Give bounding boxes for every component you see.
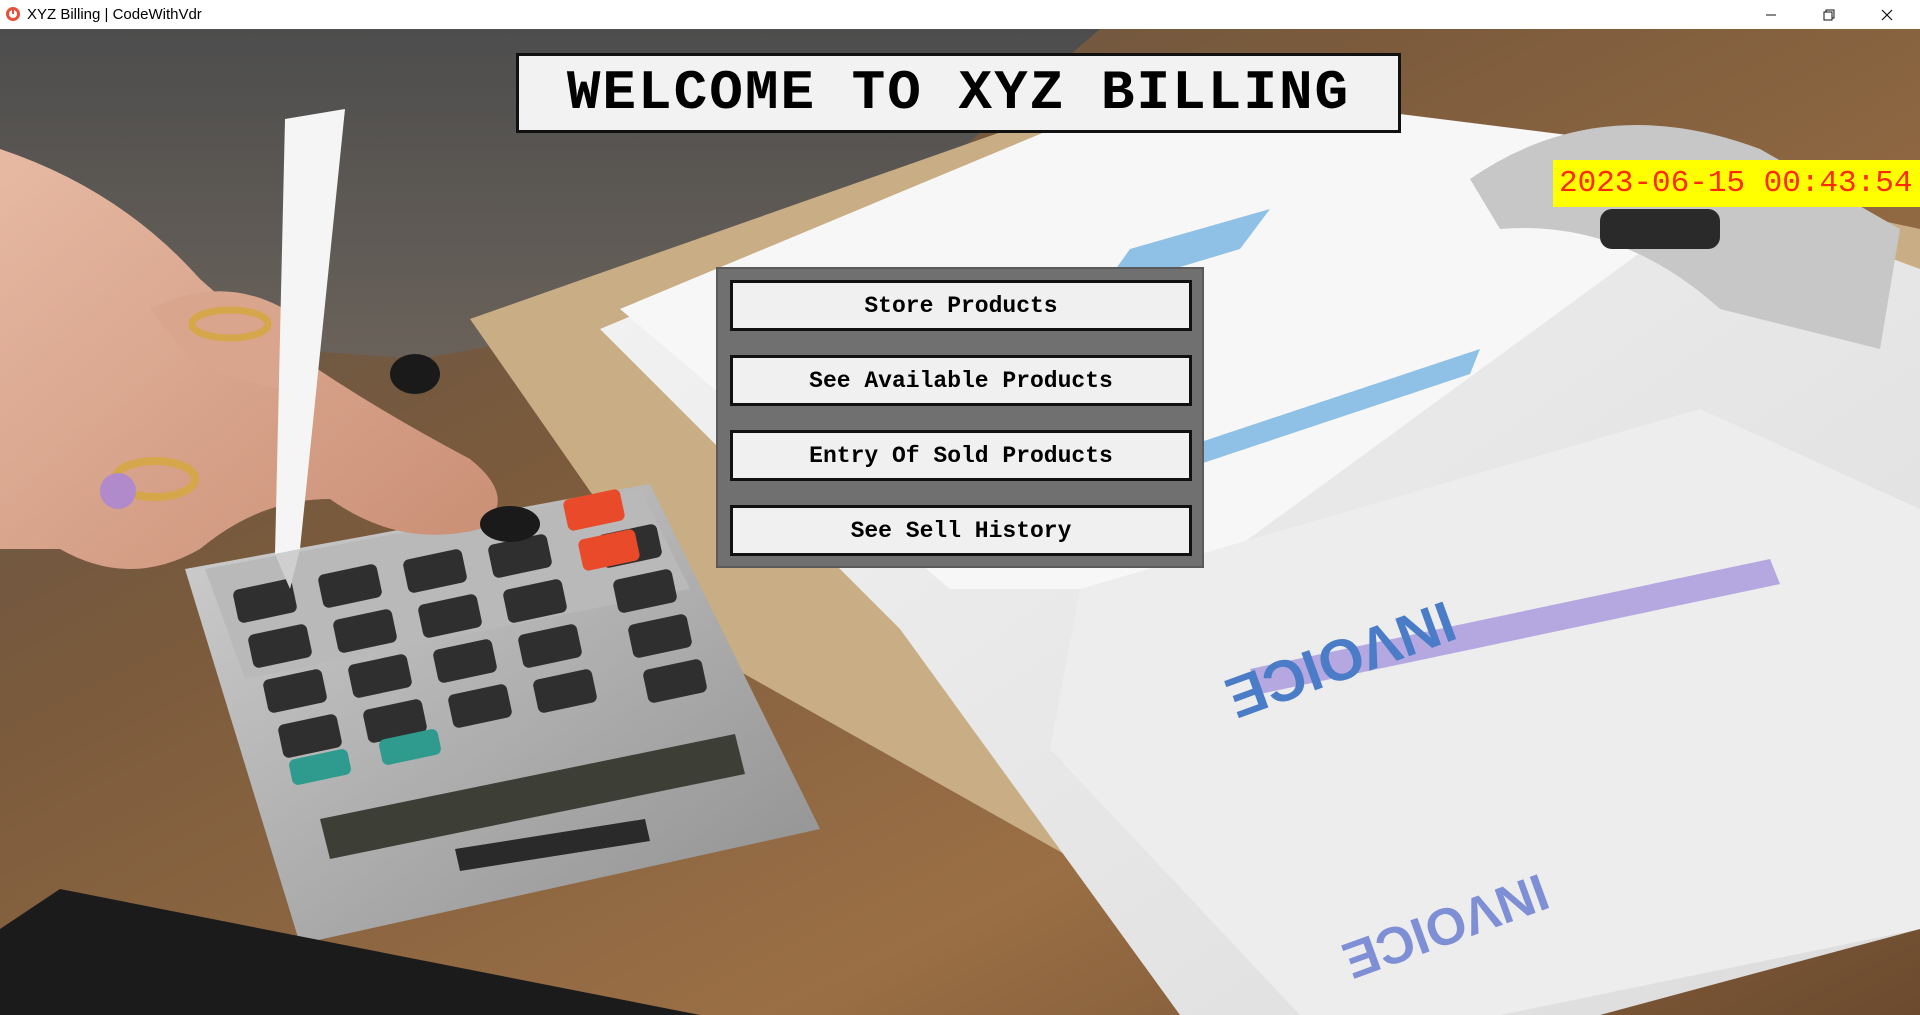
close-icon <box>1881 9 1893 20</box>
app-logo-icon <box>5 6 21 22</box>
minimize-button[interactable] <box>1742 0 1800 29</box>
see-available-products-button[interactable]: See Available Products <box>730 355 1192 406</box>
restore-icon <box>1823 9 1835 20</box>
maximize-button[interactable] <box>1800 0 1858 29</box>
window-title: XYZ Billing | CodeWithVdr <box>27 6 202 23</box>
see-sell-history-button[interactable]: See Sell History <box>730 505 1192 556</box>
minimize-icon <box>1766 14 1776 15</box>
datetime-clock: 2023-06-15 00:43:54 <box>1553 160 1920 207</box>
welcome-title: WELCOME TO XYZ BILLING <box>516 53 1401 133</box>
title-bar[interactable]: XYZ Billing | CodeWithVdr <box>0 0 1920 29</box>
store-products-button[interactable]: Store Products <box>730 280 1192 331</box>
main-menu-panel: Store Products See Available Products En… <box>716 267 1204 568</box>
app-window: XYZ Billing | CodeWithVdr INVOICE INVOIC… <box>0 0 1920 1015</box>
entry-of-sold-products-button[interactable]: Entry Of Sold Products <box>730 430 1192 481</box>
close-button[interactable] <box>1858 0 1916 29</box>
